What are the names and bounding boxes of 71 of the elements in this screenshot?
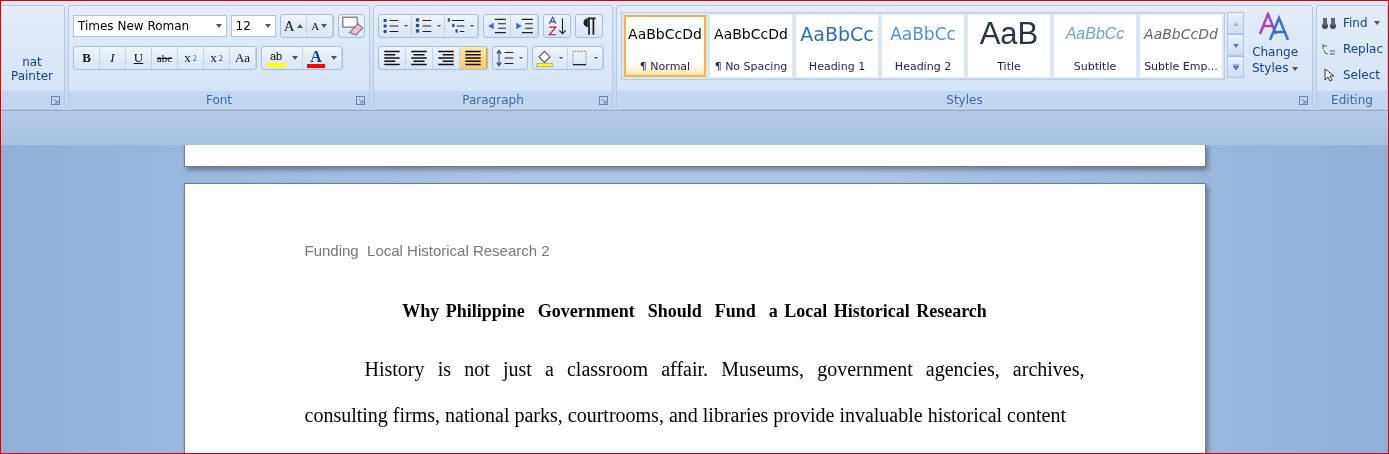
change-styles-button[interactable]: Change Styles: [1252, 12, 1299, 76]
style-label: Title: [997, 60, 1021, 73]
style-item[interactable]: AaBbCc Subtitle: [1054, 15, 1136, 77]
dialog-launcher-icon[interactable]: [1299, 96, 1308, 105]
align-justify-icon[interactable]: [460, 47, 487, 69]
gallery-more-button[interactable]: [1227, 56, 1244, 78]
dialog-launcher-icon[interactable]: [356, 96, 365, 105]
expand-icon: [1232, 64, 1239, 70]
style-sample: AaBbCc: [890, 23, 956, 45]
caret-icon: [264, 24, 271, 28]
line-spacing-icon[interactable]: [492, 46, 528, 70]
caret-icon: [321, 24, 328, 28]
caret-icon: [330, 56, 337, 60]
style-item[interactable]: AaBbCcDd ¶ Normal: [624, 15, 706, 77]
caret-icon: [296, 24, 303, 28]
pilcrow-icon[interactable]: [575, 14, 603, 38]
replace-button[interactable]: Replac: [1321, 38, 1383, 60]
shading-icon[interactable]: [533, 47, 568, 69]
dialog-launcher-icon[interactable]: [599, 96, 608, 105]
group-label: Paragraph: [462, 93, 524, 107]
style-sample: AaBbCcDd: [1144, 25, 1218, 44]
font-size-field[interactable]: 12: [230, 15, 276, 37]
highlight-button[interactable]: ab: [262, 47, 304, 69]
font-color-button[interactable]: A: [303, 47, 342, 69]
italic-button[interactable]: I: [100, 47, 126, 69]
down-arrow-icon: [1232, 44, 1239, 48]
font-name-field[interactable]: Times New Roman: [73, 15, 227, 37]
dialog-launcher-icon[interactable]: [51, 96, 60, 105]
group-label: Font: [205, 93, 233, 107]
binoculars-icon: [1321, 16, 1337, 30]
style-item[interactable]: AaBbCcDd ¶ No Spacing: [710, 15, 792, 77]
up-arrow-icon: [1232, 22, 1239, 26]
underline-button[interactable]: U: [126, 47, 152, 69]
strike-button[interactable]: abc: [152, 47, 178, 69]
page-header: Funding Local Historical Research 2: [304, 242, 551, 259]
replace-icon: [1321, 42, 1337, 56]
caret-icon: [292, 56, 299, 60]
style-sample: AaBbCc: [800, 23, 874, 45]
select-button[interactable]: Select: [1321, 64, 1383, 86]
style-label: ¶ No Spacing: [714, 60, 788, 73]
document-title: Why Philippine Government Should Fund a Local Historical Research: [401, 301, 988, 322]
style-item[interactable]: AaBbCcDd Subtle Emp...: [1140, 15, 1222, 77]
sort-icon[interactable]: [543, 14, 571, 38]
style-item[interactable]: AaBbCc Heading 2: [882, 15, 964, 77]
style-sample: AaBbCcDd: [628, 25, 702, 44]
style-sample: AaBbCcDd: [714, 25, 788, 44]
style-sample: AaB: [979, 23, 1039, 45]
group-label: Editing: [1331, 93, 1373, 107]
find-button[interactable]: Find: [1321, 12, 1383, 34]
bold-button[interactable]: B: [74, 47, 100, 69]
style-sample: AaBbCc: [1065, 24, 1125, 44]
style-label: Subtle Emp...: [1144, 60, 1218, 73]
style-label: Subtitle: [1073, 60, 1117, 73]
caret-icon: [1292, 66, 1299, 71]
case-button[interactable]: Aa: [230, 47, 256, 69]
clear-formatting-icon[interactable]: [337, 14, 365, 38]
paragraph: History is not just a classroom affair. Museums, government agencies, archives, consulting firms, national parks, courtrooms, and libraries provide invaluable historical content: [304, 357, 1085, 429]
style-label: Heading 1: [808, 60, 866, 73]
style-item[interactable]: AaBbCc Heading 1: [796, 15, 878, 77]
style-label: ¶ Normal: [639, 60, 691, 73]
multilevel-list-icon[interactable]: [445, 15, 478, 37]
caret-icon: [215, 24, 222, 28]
caret-icon: [1373, 21, 1380, 25]
group-label: Styles: [946, 93, 983, 107]
style-item[interactable]: AaB Title: [968, 15, 1050, 77]
shrink-font-button[interactable]: A: [306, 15, 333, 37]
gallery-down-button[interactable]: [1227, 34, 1244, 56]
cursor-icon: [1321, 68, 1337, 82]
grow-font-button[interactable]: A: [280, 15, 307, 37]
style-label: Heading 2: [894, 60, 952, 73]
format-painter-button[interactable]: nat Painter: [1, 55, 64, 83]
